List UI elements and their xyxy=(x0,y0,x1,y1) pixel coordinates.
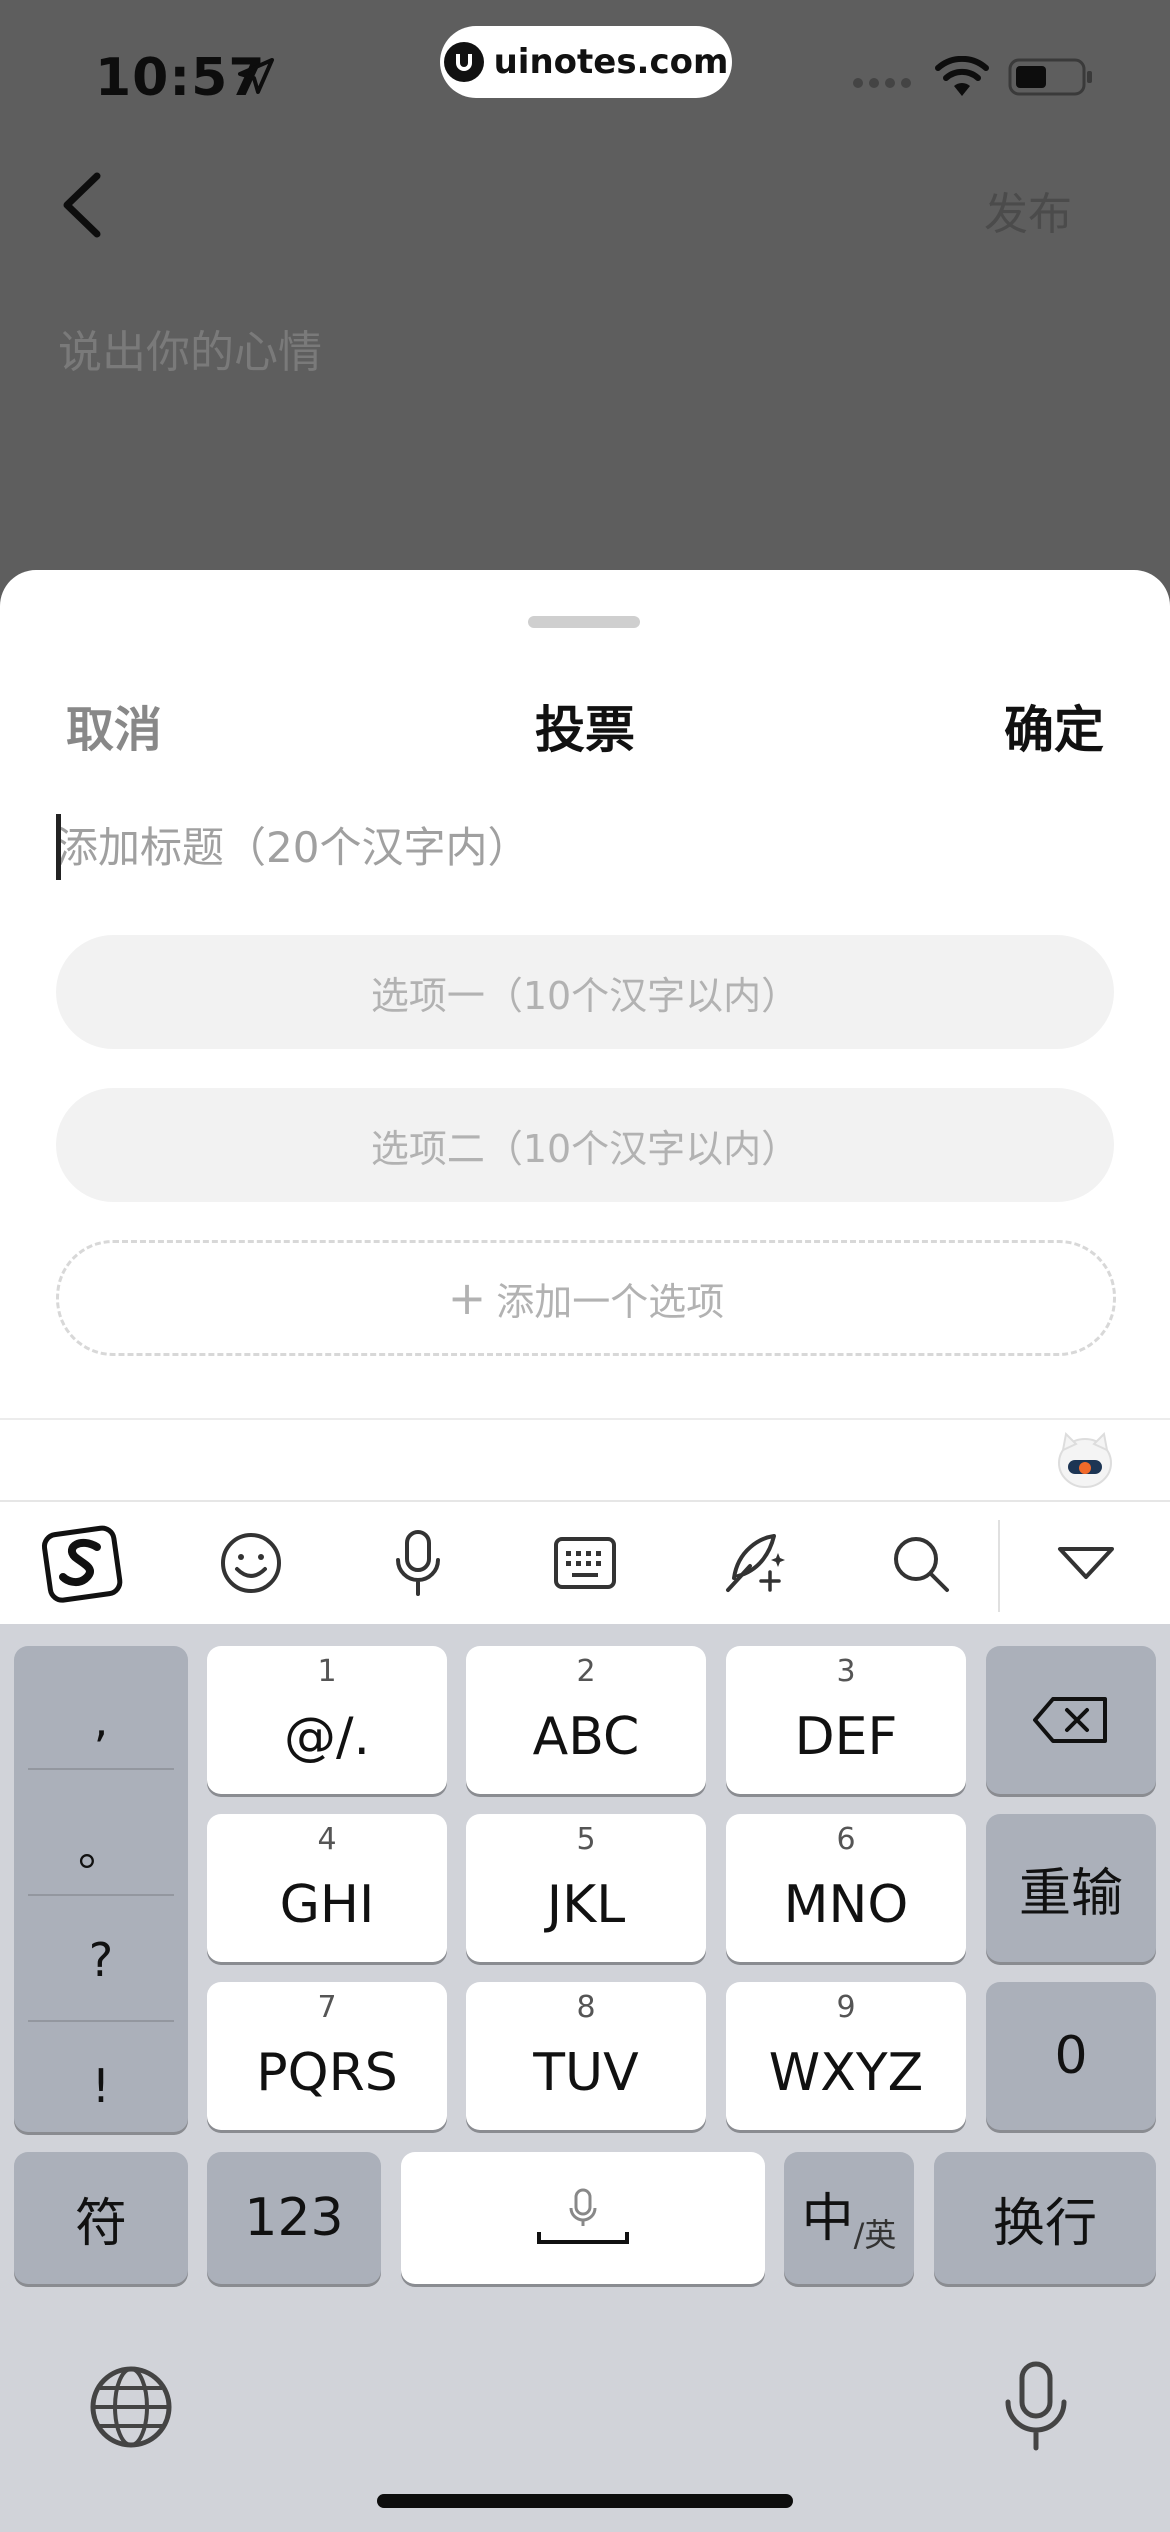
punct-key-comma[interactable]: , xyxy=(14,1660,188,1780)
key-number: 4 xyxy=(317,1822,337,1857)
cellular-signal-icon xyxy=(853,78,911,88)
search-icon[interactable] xyxy=(877,1520,963,1606)
zero-key[interactable]: 0 xyxy=(986,1982,1156,2130)
key-label: MNO xyxy=(783,1875,909,1935)
backspace-icon xyxy=(1033,1697,1107,1743)
keyboard-icon[interactable] xyxy=(542,1520,628,1606)
confirm-button[interactable]: 确定 xyxy=(1004,690,1104,762)
punct-key-period[interactable]: 。 xyxy=(14,1786,188,1906)
key-number: 6 xyxy=(836,1822,856,1857)
punct-divider xyxy=(28,1768,174,1770)
key-1[interactable]: 1 @/. xyxy=(207,1646,447,1794)
vote-title-input[interactable] xyxy=(56,814,1106,880)
toolbar-divider xyxy=(998,1520,1000,1612)
key-label: WXYZ xyxy=(768,2043,924,2103)
mascot-icon[interactable] xyxy=(1054,1430,1116,1492)
numbers-key[interactable]: 123 xyxy=(207,2152,381,2284)
sheet-title: 投票 xyxy=(535,701,635,759)
key-7[interactable]: 7 PQRS xyxy=(207,1982,447,2130)
add-option-button[interactable]: + 添加一个选项 xyxy=(56,1240,1116,1356)
option-two-placeholder: 选项二（10个汉字以内） xyxy=(370,1126,800,1171)
battery-icon xyxy=(1008,58,1092,96)
key-number: 8 xyxy=(576,1990,596,2025)
backspace-key[interactable] xyxy=(986,1646,1156,1794)
key-number: 3 xyxy=(836,1654,856,1689)
punct-key-question[interactable]: ? xyxy=(14,1900,188,2020)
symbols-key[interactable]: 符 xyxy=(14,2152,188,2284)
back-chevron-icon[interactable] xyxy=(55,170,115,240)
key-label: GHI xyxy=(279,1875,375,1935)
handwriting-icon[interactable] xyxy=(710,1520,796,1606)
globe-icon[interactable] xyxy=(88,2364,174,2450)
option-two-input[interactable]: 选项二（10个汉字以内） xyxy=(56,1088,1114,1202)
space-key[interactable] xyxy=(401,2152,765,2284)
cancel-button[interactable]: 取消 xyxy=(66,690,162,760)
sheet-drag-handle[interactable] xyxy=(528,616,640,628)
space-mic-icon xyxy=(537,2188,629,2244)
key-label: ABC xyxy=(532,1707,640,1767)
mood-placeholder[interactable]: 说出你的心情 xyxy=(58,316,322,380)
key-number: 7 xyxy=(317,1990,337,2025)
dictation-mic-icon[interactable] xyxy=(1000,2360,1072,2452)
watermark-text: uinotes.com xyxy=(493,42,729,82)
key-label: DEF xyxy=(794,1707,898,1767)
key-number: 9 xyxy=(836,1990,856,2025)
punct-key-exclaim[interactable]: ! xyxy=(14,2026,188,2146)
add-option-label: 添加一个选项 xyxy=(496,1279,725,1324)
lang-alt-label: /英 xyxy=(853,2216,897,2254)
key-2[interactable]: 2 ABC xyxy=(466,1646,706,1794)
reenter-key[interactable]: 重输 xyxy=(986,1814,1156,1962)
watermark-logo-icon xyxy=(443,42,484,82)
key-4[interactable]: 4 GHI xyxy=(207,1814,447,1962)
key-5[interactable]: 5 JKL xyxy=(466,1814,706,1962)
key-number: 2 xyxy=(576,1654,596,1689)
sogou-logo-icon[interactable] xyxy=(40,1520,126,1606)
collapse-keyboard-icon[interactable] xyxy=(1043,1520,1129,1606)
plus-icon: + xyxy=(447,1271,487,1325)
key-number: 1 xyxy=(317,1654,337,1689)
home-indicator xyxy=(377,2494,793,2508)
location-arrow-icon xyxy=(238,58,274,94)
key-8[interactable]: 8 TUV xyxy=(466,1982,706,2130)
key-label: PQRS xyxy=(256,2043,398,2103)
watermark-badge: uinotes.com xyxy=(440,26,732,98)
option-one-placeholder: 选项一（10个汉字以内） xyxy=(370,973,800,1018)
emoji-icon[interactable] xyxy=(208,1520,294,1606)
language-switch-key[interactable]: 中 /英 xyxy=(784,2152,914,2284)
microphone-icon[interactable] xyxy=(375,1520,461,1606)
punct-divider xyxy=(28,2020,174,2022)
lang-main-label: 中 xyxy=(801,2188,854,2249)
newline-key[interactable]: 换行 xyxy=(934,2152,1156,2284)
text-cursor xyxy=(56,814,61,880)
key-label: TUV xyxy=(533,2043,639,2103)
key-label: @/. xyxy=(283,1707,371,1767)
punct-divider xyxy=(28,1894,174,1896)
key-number: 5 xyxy=(576,1822,596,1857)
key-6[interactable]: 6 MNO xyxy=(726,1814,966,1962)
key-9[interactable]: 9 WXYZ xyxy=(726,1982,966,2130)
publish-button[interactable]: 发布 xyxy=(984,178,1072,242)
keyboard-candidate-strip xyxy=(0,1420,1170,1500)
option-one-input[interactable]: 选项一（10个汉字以内） xyxy=(56,935,1114,1049)
wifi-icon xyxy=(935,56,989,96)
key-3[interactable]: 3 DEF xyxy=(726,1646,966,1794)
key-label: JKL xyxy=(546,1875,626,1935)
